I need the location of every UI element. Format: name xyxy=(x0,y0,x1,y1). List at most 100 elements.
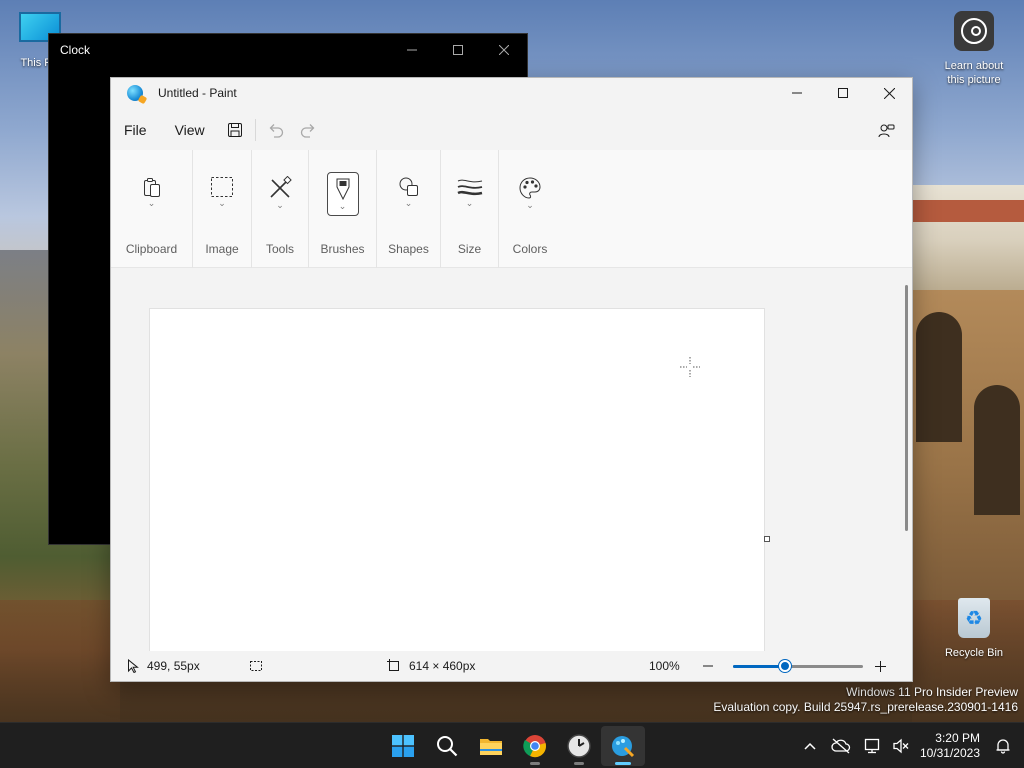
chevron-down-icon[interactable]: ⌄ xyxy=(148,198,156,208)
network-icon xyxy=(864,738,880,754)
plus-icon xyxy=(874,660,886,672)
paint-window-controls xyxy=(774,78,912,108)
select-icon xyxy=(211,177,233,197)
tools-button[interactable]: ⌄ xyxy=(264,172,296,216)
ribbon-group-label: Shapes xyxy=(388,242,429,256)
taskbar-file-explorer[interactable] xyxy=(469,726,513,766)
cursor-position-indicator: 499, 55px xyxy=(127,651,249,681)
shapes-button[interactable]: ⌄ xyxy=(393,172,425,216)
ribbon-toolbar: ⌄ Clipboard ⌄ Image ⌄ Tools ⌄ Brushes ⌄ … xyxy=(111,150,912,268)
paint-titlebar[interactable]: Untitled - Paint xyxy=(111,78,912,108)
wallpaper-arch xyxy=(916,312,962,442)
undo-button[interactable] xyxy=(260,115,292,145)
maximize-icon xyxy=(838,88,848,98)
zoom-in-button[interactable] xyxy=(871,651,897,681)
paint-icon xyxy=(612,736,635,758)
canvas-workspace[interactable] xyxy=(111,269,912,651)
menu-bar: File View xyxy=(111,112,912,148)
chevron-down-icon[interactable]: ⌄ xyxy=(276,200,284,210)
search-button[interactable] xyxy=(425,726,469,766)
clipboard-icon xyxy=(143,178,160,197)
system-tray: 3:20 PM 10/31/2023 xyxy=(796,723,1024,768)
canvas-size-text: 614 × 460px xyxy=(409,659,476,673)
desktop-icon-learn-about-picture[interactable]: Learn about this picture xyxy=(936,11,1012,87)
ribbon-group-label: Image xyxy=(205,242,239,256)
canvas-resize-handle[interactable] xyxy=(764,536,770,542)
close-button[interactable] xyxy=(481,34,527,66)
bell-icon xyxy=(996,739,1010,754)
vertical-scrollbar[interactable] xyxy=(905,285,908,531)
wallpaper-roofs xyxy=(912,200,1024,222)
volume-muted-icon xyxy=(893,738,909,754)
paint-window[interactable]: Untitled - Paint File View ⌄ Clipboard ⌄… xyxy=(110,77,913,682)
menu-view[interactable]: View xyxy=(161,115,219,145)
menu-separator xyxy=(254,119,256,141)
ribbon-group-clipboard: ⌄ Clipboard xyxy=(111,150,193,268)
desktop-icon-recycle-bin[interactable]: ♻ Recycle Bin xyxy=(936,598,1012,660)
select-button[interactable]: ⌄ xyxy=(206,172,238,216)
cursor-position-text: 499, 55px xyxy=(147,659,200,673)
taskbar-clock[interactable] xyxy=(557,726,601,766)
window-title: Untitled - Paint xyxy=(158,86,237,100)
canvas-size-icon xyxy=(387,659,399,671)
chevron-down-icon[interactable]: ⌄ xyxy=(405,198,413,208)
colors-button[interactable]: ⌄ xyxy=(514,172,546,216)
taskbar-apps xyxy=(381,723,645,768)
search-icon xyxy=(437,736,458,757)
zoom-out-button[interactable] xyxy=(699,651,725,681)
minus-icon xyxy=(703,665,713,667)
crosshair-cursor-icon xyxy=(680,357,700,377)
selection-icon xyxy=(250,661,262,671)
show-hidden-icons-button[interactable] xyxy=(796,726,824,766)
close-icon xyxy=(499,45,509,55)
save-button[interactable] xyxy=(219,115,251,145)
ribbon-group-label: Clipboard xyxy=(125,242,178,256)
account-icon xyxy=(878,124,895,138)
selection-size-indicator xyxy=(249,651,387,681)
taskbar-chrome[interactable] xyxy=(513,726,557,766)
chevron-down-icon[interactable]: ⌄ xyxy=(526,200,534,210)
size-button[interactable]: ⌄ xyxy=(454,172,486,216)
zoom-slider-thumb[interactable] xyxy=(779,659,791,672)
undo-icon xyxy=(269,124,283,138)
zoom-slider-track[interactable] xyxy=(733,659,863,672)
drawing-canvas[interactable] xyxy=(150,309,764,651)
network-button[interactable] xyxy=(858,726,888,766)
close-button[interactable] xyxy=(866,78,912,108)
clipboard-button[interactable]: ⌄ xyxy=(136,172,168,216)
save-icon xyxy=(227,123,242,137)
clock-icon xyxy=(567,734,591,758)
zoom-slider-fill xyxy=(733,664,785,668)
running-indicator xyxy=(530,762,540,765)
notifications-button[interactable] xyxy=(988,726,1018,766)
chevron-up-icon xyxy=(804,742,816,750)
account-button[interactable] xyxy=(870,116,902,146)
maximize-button[interactable] xyxy=(435,34,481,66)
onedrive-button[interactable] xyxy=(824,726,858,766)
chevron-down-icon[interactable]: ⌄ xyxy=(339,201,347,211)
ribbon-group-colors: ⌄ Colors xyxy=(499,150,561,268)
canvas-size-indicator: 614 × 460px xyxy=(387,651,649,681)
ribbon-group-label: Brushes xyxy=(320,242,365,256)
ribbon-group-label: Colors xyxy=(512,242,548,256)
menu-file[interactable]: File xyxy=(111,115,161,145)
chevron-down-icon[interactable]: ⌄ xyxy=(218,198,226,208)
volume-button[interactable] xyxy=(888,726,914,766)
desktop-icon-label: Learn about this picture xyxy=(944,60,1004,86)
camera-info-icon xyxy=(954,11,994,51)
taskbar-paint[interactable] xyxy=(601,726,645,766)
minimize-button[interactable] xyxy=(774,78,820,108)
brushes-button[interactable]: ⌄ xyxy=(326,172,359,216)
redo-button[interactable] xyxy=(292,115,324,145)
start-button[interactable] xyxy=(381,726,425,766)
minimize-button[interactable] xyxy=(389,34,435,66)
chevron-down-icon[interactable]: ⌄ xyxy=(466,198,474,208)
maximize-button[interactable] xyxy=(820,78,866,108)
palette-icon xyxy=(519,177,541,199)
size-icon xyxy=(456,179,482,196)
zoom-percentage[interactable]: 100% xyxy=(649,651,699,681)
ribbon-group-brushes: ⌄ Brushes xyxy=(309,150,377,268)
taskbar-clock-display[interactable]: 3:20 PM 10/31/2023 xyxy=(920,731,980,761)
folder-icon xyxy=(480,739,502,755)
zoom-slider[interactable] xyxy=(733,651,871,681)
